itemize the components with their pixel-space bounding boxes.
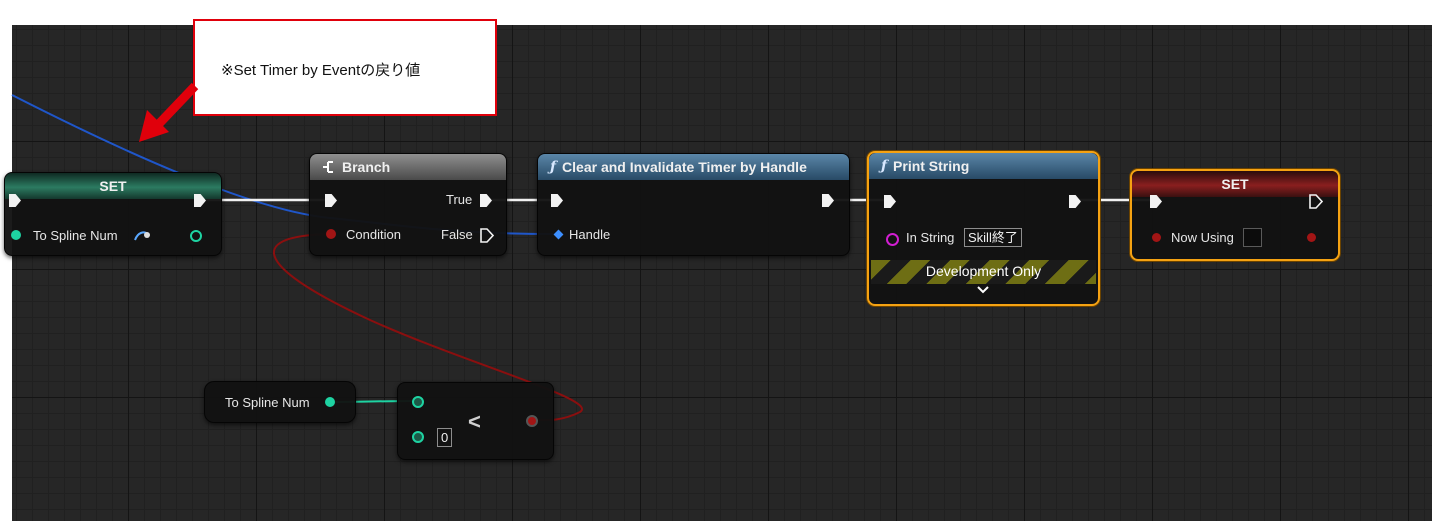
node-header: Branch: [310, 154, 506, 180]
handle-label: Handle: [569, 227, 611, 242]
true-label: True: [446, 192, 473, 207]
node-header: SET: [1132, 171, 1338, 197]
node-title: SET: [99, 178, 127, 194]
now-using-out-pin[interactable]: [1307, 233, 1316, 242]
node-header: ƒ Print String: [869, 153, 1098, 179]
to-spline-num-out-pin[interactable]: [190, 230, 202, 242]
branch-node[interactable]: Branch True Condition False: [309, 153, 507, 256]
node-title: SET: [1221, 176, 1249, 192]
print-string-node[interactable]: ƒ Print String In String Skill終了 Develop…: [867, 151, 1100, 306]
condition-label: Condition: [346, 227, 401, 242]
function-icon: ƒ: [881, 158, 888, 174]
less-than-b-pin[interactable]: [412, 431, 424, 443]
true-exec-out-pin[interactable]: [480, 194, 492, 207]
function-icon: ƒ: [550, 159, 557, 175]
handle-in-pin[interactable]: [553, 229, 564, 240]
branch-icon: [323, 161, 333, 173]
node-title: Clear and Invalidate Timer by Handle: [562, 159, 807, 175]
variable-link-icon: [134, 231, 150, 241]
exec-in-pin[interactable]: [325, 194, 337, 207]
development-only-label: Development Only: [925, 263, 1042, 279]
less-than-b-value-field[interactable]: 0: [437, 428, 453, 447]
less-than-result-out-pin[interactable]: [526, 415, 538, 427]
annotation-callout-text: ※Set Timer by Eventの戻り値: [221, 62, 421, 79]
clear-invalidate-timer-node[interactable]: ƒ Clear and Invalidate Timer by Handle H…: [537, 153, 850, 256]
to-spline-num-in-pin[interactable]: [11, 230, 21, 240]
less-than-node[interactable]: 0 <: [397, 382, 554, 460]
node-title: Print String: [893, 158, 970, 174]
false-exec-out-pin[interactable]: [480, 228, 494, 243]
now-using-checkbox[interactable]: [1243, 228, 1262, 247]
exec-out-pin[interactable]: [1069, 195, 1081, 208]
less-than-operator: <: [468, 409, 481, 434]
to-spline-num-get-out-pin[interactable]: [325, 397, 335, 407]
to-spline-num-label: To Spline Num: [33, 228, 118, 243]
now-using-label: Now Using: [1171, 230, 1234, 245]
exec-out-pin[interactable]: [822, 194, 834, 207]
get-to-spline-num-node[interactable]: To Spline Num: [204, 381, 356, 423]
exec-in-pin[interactable]: [884, 195, 896, 208]
in-string-label: In String: [906, 230, 955, 245]
in-string-value-field[interactable]: Skill終了: [964, 228, 1022, 247]
exec-out-pin[interactable]: [1309, 194, 1323, 209]
set-now-using-node[interactable]: SET Now Using: [1130, 169, 1340, 261]
in-string-pin[interactable]: [886, 233, 899, 246]
false-label: False: [441, 227, 473, 242]
node-header: SET: [5, 173, 221, 199]
node-header: ƒ Clear and Invalidate Timer by Handle: [538, 154, 849, 180]
condition-in-pin[interactable]: [326, 229, 336, 239]
node-title: Branch: [342, 159, 391, 175]
now-using-in-pin[interactable]: [1152, 233, 1161, 242]
exec-in-pin[interactable]: [551, 194, 563, 207]
chevron-down-icon[interactable]: [977, 286, 989, 294]
set-to-spline-num-node[interactable]: SET To Spline Num: [4, 172, 222, 256]
less-than-a-pin[interactable]: [412, 396, 424, 408]
to-spline-num-get-label: To Spline Num: [225, 395, 310, 410]
annotation-arrow: [139, 82, 199, 142]
annotation-callout-box: ※Set Timer by Eventの戻り値: [193, 19, 497, 116]
